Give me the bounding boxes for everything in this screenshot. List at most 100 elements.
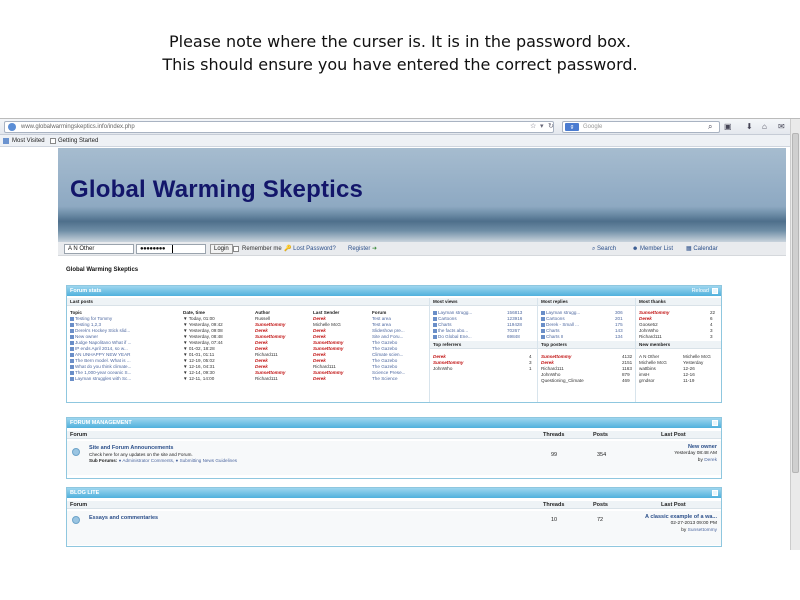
top-poster-item[interactable]: Richard111 <box>541 366 564 371</box>
most-views-item[interactable]: Do Global Ene... <box>433 334 472 339</box>
forum-name-link[interactable]: Site and Forum Announcements <box>89 445 173 451</box>
last-post-user[interactable]: Sunsettommy <box>688 528 717 533</box>
forum-link[interactable]: The Science <box>372 376 398 381</box>
last-sender-link[interactable]: Derek <box>313 334 326 339</box>
forum-link[interactable]: The Gazebo <box>372 364 397 369</box>
top-referrer-item[interactable]: Derek <box>433 354 446 359</box>
url-field[interactable]: www.globalwarmingskeptics.info/index.php <box>4 121 554 133</box>
forum-name-link[interactable]: Essays and commentaries <box>89 515 158 521</box>
forum-link[interactable]: Science Prese... <box>372 370 405 375</box>
register-link[interactable]: Register ➜ <box>348 242 377 256</box>
last-sender-link[interactable]: Sunsettommy <box>313 340 343 345</box>
forum-link[interactable]: Climate scien... <box>372 352 403 357</box>
topic-link[interactable]: Judge Napolitano What if ... <box>70 340 131 345</box>
username-field[interactable]: A N Other <box>64 244 134 254</box>
dropdown-icon[interactable]: ▾ <box>540 121 544 133</box>
bookmark-most-visited[interactable]: Most Visited <box>12 135 45 147</box>
most-replies-item[interactable]: Charts II <box>541 334 563 339</box>
last-sender-link[interactable]: Derek <box>313 352 326 357</box>
author-link[interactable]: Derek <box>255 346 268 351</box>
scrollbar-thumb[interactable] <box>792 133 799 473</box>
most-thanks-item[interactable]: Derek <box>639 316 652 321</box>
topic-link[interactable]: IP ends April 2014, so w... <box>70 346 128 351</box>
collapse-icon[interactable] <box>712 490 718 496</box>
most-replies-item[interactable]: Layman strugg... <box>541 310 580 315</box>
remember-checkbox[interactable] <box>233 246 239 252</box>
topic-link[interactable]: Testing for Tommy <box>70 316 112 321</box>
collapse-icon[interactable] <box>712 420 718 426</box>
download-icon[interactable]: ⬇ <box>746 122 753 132</box>
forum-link[interactable]: The Gazebo <box>372 346 397 351</box>
most-replies-item[interactable]: Charts <box>541 328 560 333</box>
star-icon[interactable]: ☆ <box>530 121 536 133</box>
last-post-title[interactable]: A classic example of a wa... <box>645 514 717 520</box>
scrollbar[interactable] <box>790 119 800 550</box>
lost-password-link[interactable]: 🔑 Lost Password? <box>284 242 336 256</box>
forum-link[interactable]: Slideshow pre... <box>372 328 405 333</box>
new-member-link[interactable]: A N Other <box>639 354 659 359</box>
top-referrer-item[interactable]: JohnWho <box>433 366 452 371</box>
reload-icon[interactable] <box>712 288 718 294</box>
topic-link[interactable]: What do you think climate... <box>70 364 131 369</box>
bookmark-getting-started[interactable]: Getting Started <box>58 135 98 147</box>
most-replies-item[interactable]: Cartoons <box>541 316 565 321</box>
topic-link[interactable]: AN UNHAPPY NEW YEAR <box>70 352 130 357</box>
member-list-link[interactable]: ☻ Member List <box>632 242 673 256</box>
login-button[interactable]: Login <box>210 244 233 254</box>
top-poster-item[interactable]: Sunsettommy <box>541 354 571 359</box>
sub-forum-admin-link[interactable]: ● Administrator Comments, <box>119 458 175 463</box>
top-poster-item[interactable]: Derek <box>541 360 554 365</box>
menu-icon[interactable]: ▣ <box>724 122 732 132</box>
topic-link[interactable]: Testing 1,2,3 <box>70 322 101 327</box>
new-member-link[interactable]: wattbins <box>639 366 656 371</box>
topic-link[interactable]: Layman struggles with Sc... <box>70 376 131 381</box>
new-member-link[interactable]: Michelle McG <box>639 360 667 365</box>
password-field[interactable]: ●●●●●●●● <box>136 244 206 254</box>
forum-link[interactable]: Test area <box>372 316 391 321</box>
forum-link[interactable]: The Gazebo <box>372 340 397 345</box>
author-link[interactable]: Derek <box>255 340 268 345</box>
most-thanks-item[interactable]: Goose52 <box>639 322 658 327</box>
calendar-link[interactable]: ▦ Calendar <box>686 242 718 256</box>
last-post-title[interactable]: New owner <box>688 444 717 450</box>
last-sender-link[interactable]: Derek <box>313 376 326 381</box>
most-thanks-item[interactable]: Sunsettommy <box>639 310 669 315</box>
magnifier-icon[interactable]: ⌕ <box>708 122 712 132</box>
most-replies-item[interactable]: Derek - Small ... <box>541 322 579 327</box>
top-poster-item[interactable]: JohnWho <box>541 372 560 377</box>
most-views-item[interactable]: Charts <box>433 322 452 327</box>
reload-icon[interactable]: ↻ <box>548 121 554 133</box>
most-views-item[interactable]: Cartoons <box>433 316 457 321</box>
last-sender-link[interactable]: Derek <box>313 358 326 363</box>
search-engine-box[interactable]: g Google <box>562 121 720 133</box>
last-post-user[interactable]: Derek <box>704 458 717 463</box>
author-link[interactable]: Sunsettommy <box>255 334 285 339</box>
last-sender-link[interactable]: Sunsettommy <box>313 346 343 351</box>
author-link[interactable]: Derek <box>255 328 268 333</box>
most-thanks-item[interactable]: Richard111 <box>639 334 662 339</box>
sub-forum-news-link[interactable]: ● Submitting News Guidelines <box>176 458 238 463</box>
most-views-item[interactable]: the facts abo... <box>433 328 468 333</box>
topic-link[interactable]: Derek's Hockey Stick slid... <box>70 328 130 333</box>
author-link[interactable]: Russell <box>255 316 270 321</box>
author-link[interactable]: Derek <box>255 358 268 363</box>
home-icon[interactable]: ⌂ <box>762 122 767 132</box>
author-link[interactable]: Derek <box>255 364 268 369</box>
last-sender-link[interactable]: Michelle McG <box>313 322 341 327</box>
topic-link[interactable]: New owner <box>70 334 98 339</box>
reload-link[interactable]: Reload <box>692 286 709 296</box>
new-member-link[interactable]: grndsor <box>639 378 655 383</box>
last-sender-link[interactable]: Sunsettommy <box>313 370 343 375</box>
forum-link[interactable]: The Gazebo <box>372 358 397 363</box>
most-views-item[interactable]: Layman strugg... <box>433 310 472 315</box>
author-link[interactable]: Sunsettommy <box>255 322 285 327</box>
author-link[interactable]: Sunsettommy <box>255 370 285 375</box>
topic-link[interactable]: The Bern model. What is ... <box>70 358 131 363</box>
author-link[interactable]: Richard111 <box>255 376 278 381</box>
last-sender-link[interactable]: Derek <box>313 316 326 321</box>
top-poster-item[interactable]: Questioning_Climate <box>541 378 584 383</box>
forum-link[interactable]: Test area <box>372 322 391 327</box>
last-sender-link[interactable]: Richard111 <box>313 364 336 369</box>
search-link[interactable]: ⌕ Search <box>592 242 616 256</box>
forum-link[interactable]: Site and Foru... <box>372 334 403 339</box>
